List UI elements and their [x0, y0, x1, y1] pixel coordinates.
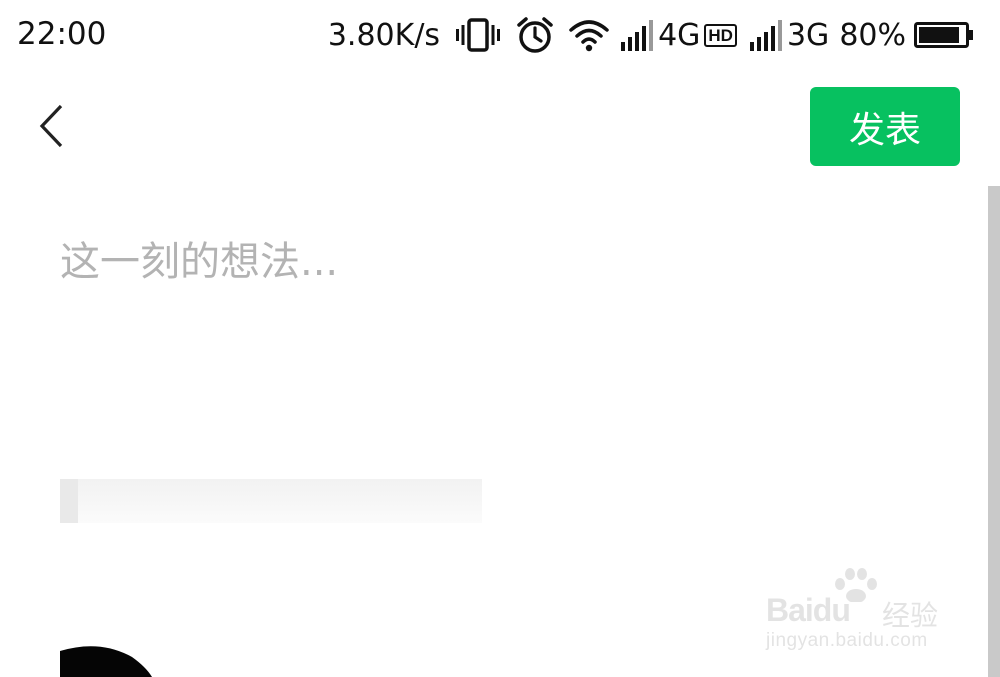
status-right-group: 3.80K/s 4G HD 3G 80%: [328, 12, 974, 58]
watermark-brand: Baidu: [766, 592, 851, 629]
back-button[interactable]: [26, 100, 76, 156]
battery-icon: [914, 22, 974, 48]
signal-icon: [749, 18, 785, 52]
watermark-url: jingyan.baidu.com: [766, 630, 928, 651]
vibrate-icon: [456, 17, 501, 53]
status-bar: 22:00 3.80K/s 4G HD 3G 80%: [0, 0, 1000, 72]
network-type-2: 3G: [786, 17, 830, 53]
chevron-left-icon: [37, 103, 65, 153]
screen: 22:00 3.80K/s 4G HD 3G 80% 发表 这一刻的想法... …: [0, 0, 1000, 677]
watermark-name: 经验: [882, 599, 939, 632]
publish-button[interactable]: 发表: [810, 87, 960, 166]
network-speed: 3.80K/s: [327, 17, 441, 53]
signal-icon: [620, 18, 656, 52]
alarm-clock-icon: [516, 16, 554, 54]
status-time: 22:00: [17, 16, 107, 52]
post-text-input[interactable]: [60, 222, 940, 302]
hd-badge: HD: [704, 23, 737, 47]
baidu-watermark: Baidu 经验 jingyan.baidu.com: [766, 566, 946, 658]
image-content-shape: [60, 646, 152, 677]
watermark-brand-part1: Bai: [766, 592, 814, 628]
battery-percent: 80%: [839, 17, 906, 53]
hd-badge-label: HD: [704, 23, 737, 47]
wifi-icon: [568, 18, 610, 52]
network-type-1: 4G: [658, 17, 701, 53]
watermark-brand-part2: du: [812, 592, 851, 628]
scrollbar[interactable]: [988, 186, 1000, 677]
attached-image-thumbnail[interactable]: [60, 479, 482, 677]
